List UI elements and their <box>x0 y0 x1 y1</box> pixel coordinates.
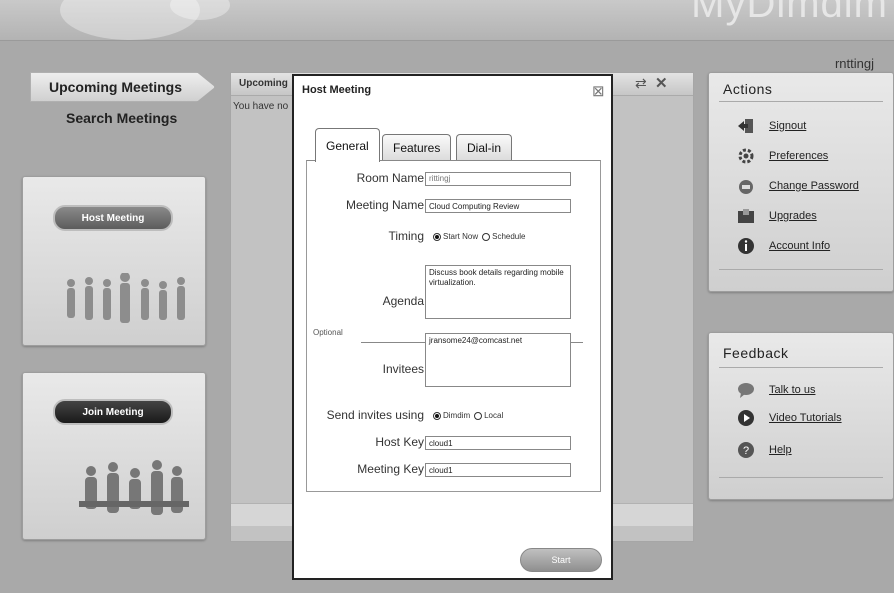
meeting-key-label: Meeting Key <box>357 462 424 476</box>
app-header: MyDimdim <box>0 0 894 41</box>
schedule-radio[interactable] <box>482 232 491 241</box>
join-meeting-button[interactable]: Join Meeting <box>53 399 173 425</box>
info-icon <box>737 237 755 255</box>
meeting-key-input[interactable]: cloud1 <box>425 463 571 477</box>
actions-panel: Actions Signout Preferences Change Passw… <box>708 72 894 292</box>
host-meeting-card: Host Meeting <box>22 176 206 346</box>
schedule-label: Schedule <box>492 232 526 241</box>
send-invites-label: Send invites using <box>326 408 424 422</box>
tab-features[interactable]: Features <box>382 134 452 160</box>
username-label: rnttingj <box>834 56 874 71</box>
close-icon[interactable]: ⊠ <box>592 82 605 100</box>
general-form: Room Name Meeting Name Cloud Computing R… <box>306 160 601 492</box>
invitees-textarea[interactable]: jransome24@comcast.net <box>425 333 571 387</box>
invitees-label: Invitees <box>382 362 424 376</box>
start-now-radio[interactable] <box>433 232 441 241</box>
host-key-label: Host Key <box>375 435 424 449</box>
join-meeting-card: Join Meeting <box>22 372 206 540</box>
feedback-talk[interactable]: Talk to us <box>737 381 815 399</box>
timing-options: Start Now Schedule <box>429 232 525 241</box>
chat-icon <box>737 381 755 399</box>
agenda-label: Agenda <box>382 294 424 308</box>
empty-message: You have no <box>233 101 289 112</box>
feedback-help[interactable]: ? Help <box>737 441 792 459</box>
host-key-input[interactable]: cloud1 <box>425 436 571 450</box>
dimdim-label: Dimdim <box>443 411 471 420</box>
nav-search-meetings[interactable]: Search Meetings <box>66 110 177 126</box>
start-button[interactable]: Start <box>520 548 602 572</box>
feedback-video[interactable]: Video Tutorials <box>737 409 842 427</box>
agenda-textarea[interactable]: Discuss book details regarding mobile vi… <box>425 265 571 319</box>
change-password-link[interactable]: Change Password <box>769 180 859 192</box>
host-meeting-dialog: Host Meeting ⊠ General Features Dial-in … <box>292 74 613 580</box>
divider <box>719 269 883 270</box>
room-name-label: Room Name <box>356 171 424 185</box>
actions-title: Actions <box>723 81 773 97</box>
optional-label: Optional <box>313 328 343 337</box>
action-upgrades[interactable]: Upgrades <box>737 207 817 225</box>
dimdim-radio[interactable] <box>433 411 441 420</box>
upgrade-icon <box>737 207 755 225</box>
meeting-silhouette-icon <box>79 460 189 515</box>
local-radio[interactable] <box>474 411 483 420</box>
meeting-name-label: Meeting Name <box>345 198 424 212</box>
help-icon: ? <box>737 441 755 459</box>
preferences-link[interactable]: Preferences <box>769 150 828 162</box>
feedback-title: Feedback <box>723 345 789 361</box>
dialog-title: Host Meeting <box>302 84 372 96</box>
video-tutorials-link[interactable]: Video Tutorials <box>769 412 842 424</box>
host-meeting-button[interactable]: Host Meeting <box>53 205 173 231</box>
divider <box>719 101 883 102</box>
svg-text:?: ? <box>743 445 749 457</box>
signout-icon <box>737 117 755 135</box>
upgrades-link[interactable]: Upgrades <box>769 210 817 222</box>
divider <box>719 477 883 478</box>
play-icon <box>737 409 755 427</box>
send-invites-options: Dimdim Local <box>429 411 503 420</box>
brand-logo: MyDimdim <box>691 0 888 26</box>
action-preferences[interactable]: Preferences <box>737 147 828 165</box>
meeting-name-input[interactable]: Cloud Computing Review <box>425 199 571 213</box>
help-link[interactable]: Help <box>769 444 792 456</box>
talk-to-us-link[interactable]: Talk to us <box>769 384 815 396</box>
password-icon <box>737 177 755 195</box>
start-now-label: Start Now <box>443 232 479 241</box>
timing-label: Timing <box>388 229 424 243</box>
refresh-icon[interactable]: ⇄ <box>635 75 647 92</box>
gear-icon <box>737 147 755 165</box>
feedback-panel: Feedback Talk to us Video Tutorials ? He… <box>708 332 894 500</box>
tab-general[interactable]: General <box>315 128 380 162</box>
divider <box>719 367 883 368</box>
action-signout[interactable]: Signout <box>737 117 806 135</box>
room-name-input[interactable] <box>425 172 571 186</box>
people-silhouette-icon <box>67 273 185 323</box>
account-info-link[interactable]: Account Info <box>769 240 830 252</box>
nav-upcoming-meetings[interactable]: Upcoming Meetings <box>30 72 215 102</box>
action-account-info[interactable]: Account Info <box>737 237 830 255</box>
signout-link[interactable]: Signout <box>769 120 806 132</box>
local-label: Local <box>484 411 504 420</box>
action-change-password[interactable]: Change Password <box>737 177 859 195</box>
panel-title: Upcoming <box>239 78 288 89</box>
tab-dial-in[interactable]: Dial-in <box>456 134 513 160</box>
close-icon[interactable]: ✕ <box>655 74 668 92</box>
